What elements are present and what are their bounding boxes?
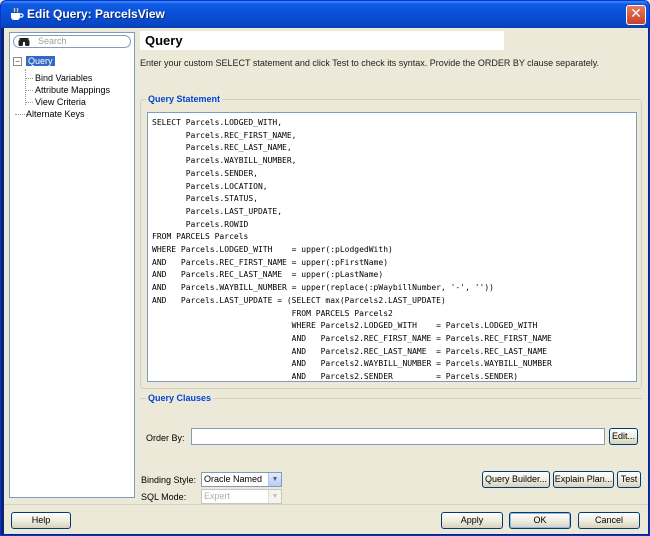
query-clauses-label: Query Clauses (146, 393, 214, 403)
binding-style-select[interactable]: Oracle Named ▼ (201, 472, 282, 487)
nav-item-bind-variables[interactable]: Bind Variables (35, 72, 92, 84)
tree-connector (25, 102, 33, 103)
nav-item-label: Attribute Mappings (35, 85, 111, 95)
cancel-button[interactable]: Cancel (578, 512, 640, 529)
chevron-down-icon: ▼ (268, 490, 281, 503)
nav-item-label: View Criteria (35, 97, 86, 107)
chevron-down-icon: ▼ (268, 473, 281, 486)
close-button[interactable]: ✕ (626, 5, 646, 25)
close-icon: ✕ (630, 6, 642, 22)
help-button[interactable]: Help (11, 512, 71, 529)
sql-mode-value: Expert (204, 491, 231, 501)
query-statement-group: Query Statement SELECT Parcels.LODGED_WI… (140, 94, 642, 389)
query-builder-button[interactable]: Query Builder... (482, 471, 550, 488)
nav-item-view-criteria[interactable]: View Criteria (35, 96, 86, 108)
nav-item-label: Alternate Keys (26, 109, 85, 119)
order-by-input[interactable] (191, 428, 605, 445)
nav-item-alternate-keys[interactable]: Alternate Keys (26, 108, 85, 120)
edit-order-by-button[interactable]: Edit... (609, 428, 638, 445)
collapse-toggle-icon[interactable]: − (13, 57, 22, 66)
page-instructions: Enter your custom SELECT statement and c… (140, 58, 600, 68)
nav-item-attribute-mappings[interactable]: Attribute Mappings (35, 84, 110, 96)
tree-connector (25, 78, 33, 79)
binding-style-label: Binding Style: (141, 475, 197, 485)
page-title: Query (145, 33, 183, 48)
binding-style-value: Oracle Named (204, 474, 263, 484)
order-by-label: Order By: (146, 433, 185, 443)
query-statement-label: Query Statement (146, 94, 223, 104)
tree-connector (25, 69, 26, 105)
page-header: Query (140, 31, 504, 50)
nav-item-query[interactable]: Query (26, 55, 55, 67)
dialog-client: Search − Query Bind Variables Attribute … (4, 28, 648, 534)
nav-search-placeholder: Search (38, 36, 67, 46)
ok-button[interactable]: OK (509, 512, 571, 529)
query-statement-editor[interactable]: SELECT Parcels.LODGED_WITH, Parcels.REC_… (147, 112, 637, 382)
title-bar[interactable]: Edit Query: ParcelsView ✕ (1, 1, 649, 28)
app-cup-icon (11, 7, 24, 20)
binoculars-icon (18, 38, 30, 46)
navigation-panel: Search − Query Bind Variables Attribute … (9, 32, 135, 498)
tree-connector (25, 90, 33, 91)
sql-mode-label: SQL Mode: (141, 492, 187, 502)
nav-item-label: Bind Variables (35, 73, 93, 83)
sql-mode-select: Expert ▼ (201, 489, 282, 504)
nav-search-field[interactable]: Search (13, 35, 131, 48)
nav-item-label: Query (26, 56, 55, 66)
test-button[interactable]: Test (617, 471, 641, 488)
group-divider (140, 398, 642, 399)
query-clauses-group: Query Clauses Order By: Edit... (140, 392, 642, 478)
apply-button[interactable]: Apply (441, 512, 503, 529)
dialog-window: Edit Query: ParcelsView ✕ Search − Query… (0, 0, 650, 536)
footer-divider (4, 504, 648, 505)
window-title: Edit Query: ParcelsView (27, 7, 165, 21)
explain-plan-button[interactable]: Explain Plan... (553, 471, 614, 488)
